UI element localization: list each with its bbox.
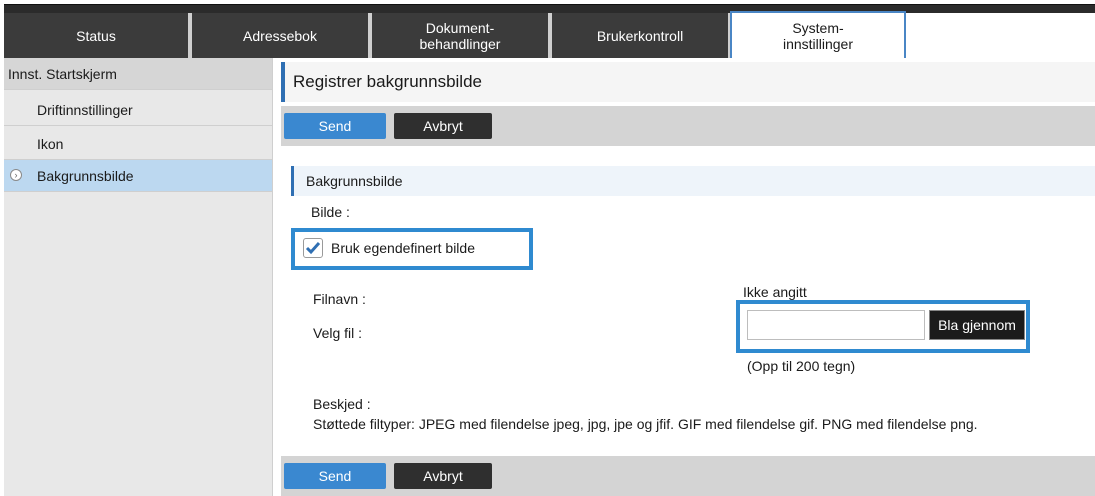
tab-label: System- innstillinger: [782, 20, 854, 52]
checkmark-icon: [305, 242, 321, 255]
cancel-button-label: Avbryt: [423, 468, 463, 484]
app-frame: Status Adressebok Dokument- behandlinger…: [4, 0, 1095, 496]
cancel-button-label: Avbryt: [423, 118, 463, 134]
page-title-text: Registrer bakgrunnsbilde: [293, 72, 482, 91]
send-button[interactable]: Send: [284, 113, 386, 139]
tab-label: Status: [76, 28, 116, 44]
sidebar-item-driftinnstillinger[interactable]: Driftinnstillinger: [4, 94, 272, 126]
sidebar-item-bakgrunnsbilde[interactable]: › Bakgrunnsbilde: [4, 160, 272, 192]
page-title: Registrer bakgrunnsbilde: [281, 62, 1095, 102]
sidebar-item-ikon[interactable]: Ikon: [4, 128, 272, 160]
sidebar-item-label: Bakgrunnsbilde: [37, 167, 134, 184]
use-custom-image-checkbox[interactable]: [303, 238, 323, 258]
cancel-button-bottom[interactable]: Avbryt: [394, 463, 492, 489]
tab-label: Brukerkontroll: [596, 28, 684, 44]
tab-systeminnstillinger[interactable]: System- innstillinger: [730, 11, 906, 59]
section-title: Bakgrunnsbilde: [306, 173, 403, 189]
sidebar-item-innst-startskjerm[interactable]: Innst. Startskjerm: [4, 58, 272, 90]
tab-brukerkontroll[interactable]: Brukerkontroll: [550, 13, 730, 59]
tab-status[interactable]: Status: [4, 13, 190, 59]
section-header: Bakgrunnsbilde: [291, 166, 1095, 196]
limit-hint: (Opp til 200 tegn): [747, 358, 856, 374]
chevron-right-icon: ›: [10, 169, 22, 181]
sidebar-item-label: Ikon: [37, 135, 64, 152]
tab-adressebok[interactable]: Adressebok: [190, 13, 370, 59]
main-tab-bar: Status Adressebok Dokument- behandlinger…: [4, 4, 1095, 59]
sidebar-item-label: Driftinnstillinger: [37, 101, 133, 118]
tab-label: Dokument- behandlinger: [419, 20, 501, 52]
select-file-label: Velg fil :: [313, 325, 363, 341]
browse-button[interactable]: Bla gjennom: [929, 310, 1025, 340]
use-custom-image-label: Bruk egendefinert bilde: [331, 240, 475, 256]
file-path-input[interactable]: [747, 310, 925, 340]
top-button-row: Send Avbryt: [281, 106, 1095, 146]
filename-label: Filnavn :: [313, 291, 366, 307]
main-content: Registrer bakgrunnsbilde Send Avbryt Bak…: [273, 58, 1095, 496]
message-label: Beskjed :: [313, 396, 371, 412]
bottom-button-row: Send Avbryt: [281, 456, 1095, 496]
tab-label: Adressebok: [243, 28, 317, 44]
sidebar: Innst. Startskjerm Driftinnstillinger Ik…: [4, 58, 273, 496]
filename-value: Ikke angitt: [743, 284, 807, 300]
tab-dokumentbehandlinger[interactable]: Dokument- behandlinger: [370, 13, 550, 59]
tab-bar-spacer: [906, 13, 1095, 59]
cancel-button[interactable]: Avbryt: [394, 113, 492, 139]
image-label: Bilde :: [311, 204, 350, 220]
send-button-label: Send: [318, 118, 352, 134]
send-button-bottom[interactable]: Send: [284, 463, 386, 489]
browse-button-label: Bla gjennom: [938, 317, 1016, 333]
send-button-label: Send: [318, 468, 352, 484]
sidebar-item-label: Innst. Startskjerm: [8, 65, 117, 82]
message-text: Støttede filtyper: JPEG med filendelse j…: [313, 416, 978, 432]
